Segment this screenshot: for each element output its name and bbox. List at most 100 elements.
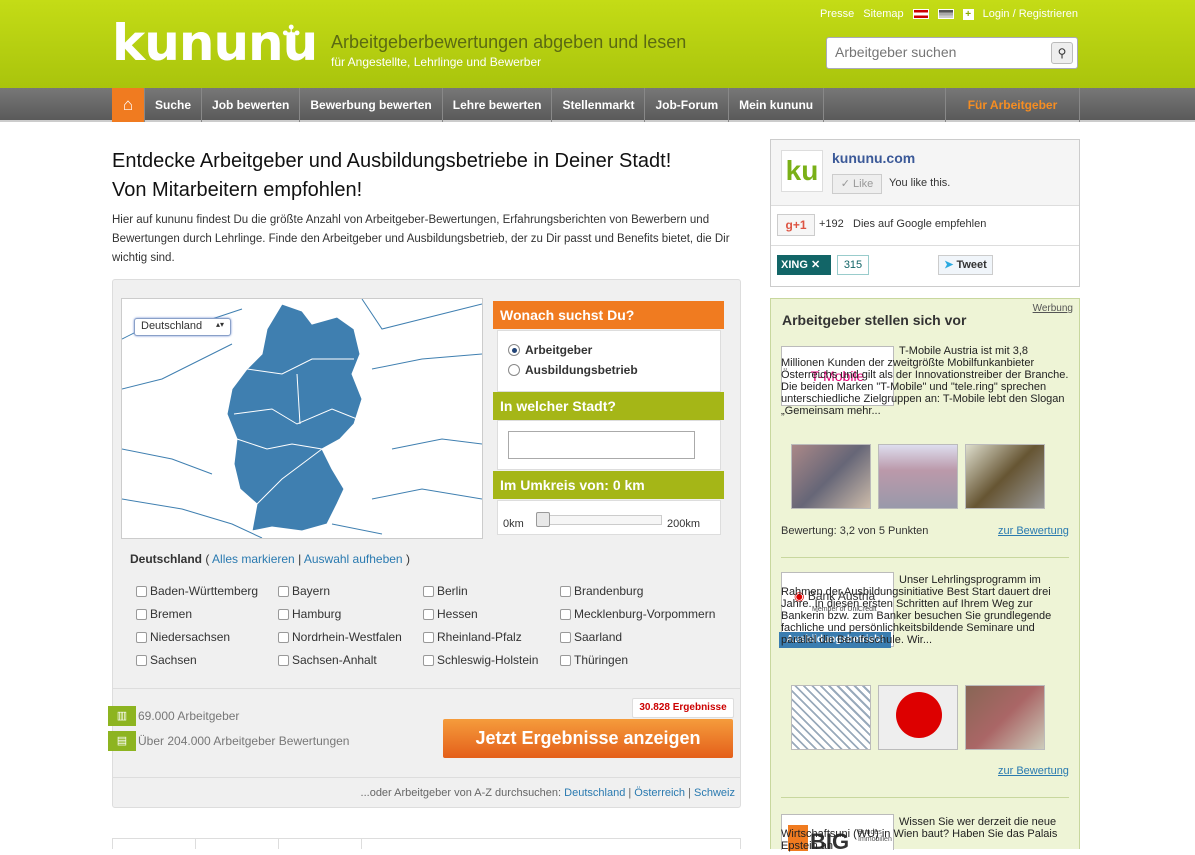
home-icon: ⌂	[122, 95, 134, 114]
tmobile-photo-3[interactable]	[965, 444, 1045, 509]
clear-selection-link[interactable]: Auswahl aufheben	[304, 552, 403, 566]
presse-link[interactable]: Presse	[820, 8, 854, 20]
xing-twitter-row: XING ✕ 315 ➤ Tweet	[771, 246, 1079, 287]
nav-fuer-arbeitgeber[interactable]: Für Arbeitgeber	[945, 88, 1080, 122]
state-checkbox[interactable]: Thüringen	[560, 653, 628, 667]
nav-bewerbung-bewerten[interactable]: Bewerbung bewerten	[300, 88, 443, 122]
results-count-badge: 30.828 Ergebnisse	[632, 698, 734, 718]
building-icon: ▥	[108, 706, 136, 726]
state-checkbox[interactable]: Schleswig-Holstein	[423, 653, 538, 667]
sitemap-link[interactable]: Sitemap	[863, 8, 903, 20]
country-select[interactable]: Deutschland ▴▾	[134, 318, 231, 336]
twitter-bird-icon: ➤	[944, 259, 954, 271]
state-checkbox[interactable]: Hessen	[423, 607, 478, 621]
tmobile-rating: Bewertung: 3,2 von 5 Punkten	[781, 525, 929, 537]
radio-arbeitgeber[interactable]: Arbeitgeber	[508, 343, 592, 357]
nav-job-bewerten[interactable]: Job bewerten	[202, 88, 301, 122]
germany-shape[interactable]	[226, 303, 363, 532]
radius-max-label: 200km	[667, 518, 701, 530]
nav-mein-kununu[interactable]: Mein kununu	[729, 88, 825, 122]
state-checkbox[interactable]: Sachsen	[136, 653, 197, 667]
nav-job-forum[interactable]: Job-Forum	[645, 88, 730, 122]
employer-search-input[interactable]	[835, 44, 1040, 60]
tmobile-photo-2[interactable]	[878, 444, 958, 509]
state-checkbox[interactable]: Bremen	[136, 607, 192, 621]
radius-slider-handle[interactable]	[536, 512, 550, 527]
employer-ads: Werbung Arbeitgeber stellen sich vor T-M…	[770, 298, 1080, 854]
fb-like-button[interactable]: ✓ Like	[832, 174, 882, 194]
radio-unchecked-icon	[508, 364, 520, 376]
login-link[interactable]: Login / Registrieren	[983, 8, 1078, 20]
xing-count: 315	[837, 255, 869, 275]
intro-text: Hier auf kununu findest Du die größte An…	[112, 214, 730, 264]
city-input[interactable]	[508, 431, 695, 459]
state-checkbox[interactable]: Saarland	[560, 630, 622, 644]
state-checkbox[interactable]: Berlin	[423, 584, 468, 598]
divider	[781, 557, 1069, 558]
divider	[112, 777, 741, 778]
header-search: ⚲	[826, 37, 1078, 69]
radius-min-label: 0km	[503, 518, 524, 530]
nav-lehre-bewerten[interactable]: Lehre bewerten	[443, 88, 553, 122]
gplus-count: +192	[819, 218, 844, 230]
nav-suche[interactable]: Suche	[145, 88, 203, 122]
radius-slider[interactable]	[536, 515, 662, 525]
radio-checked-icon	[508, 344, 520, 356]
tmobile-text: T-Mobile Austria ist mit 3,8 Millionen K…	[781, 345, 1069, 417]
main-nav: ⌂ Suche Job bewerten Bewerbung bewerten …	[0, 88, 1195, 122]
kununu-fb-logo: ku	[781, 150, 823, 192]
mark-all-link[interactable]: Alles markieren	[212, 552, 295, 566]
az-schweiz-link[interactable]: Schweiz	[694, 787, 735, 799]
state-checkbox[interactable]: Niedersachsen	[136, 630, 230, 644]
social-box: ku kununu.com ✓ Like You like this. g+1 …	[770, 139, 1080, 287]
home-button[interactable]: ⌂	[112, 88, 145, 122]
state-checkbox[interactable]: Hamburg	[278, 607, 341, 621]
logo-cross-icon: ✣	[282, 22, 300, 47]
plus-icon: +	[962, 8, 974, 20]
gplus-button[interactable]: g+1	[777, 214, 815, 236]
search-icon: ⚲	[1057, 46, 1067, 60]
austria-flag-icon[interactable]	[912, 9, 929, 19]
select-arrows-icon: ▴▾	[215, 320, 224, 329]
xing-button[interactable]: XING ✕	[777, 255, 831, 275]
state-checkbox[interactable]: Mecklenburg-Vorpommern	[560, 607, 715, 621]
bank-photo-1[interactable]	[791, 685, 871, 750]
germany-flag-icon[interactable]	[937, 9, 954, 19]
facebook-like-row: ku kununu.com ✓ Like You like this.	[771, 140, 1079, 206]
city-field-wrap	[497, 420, 721, 470]
radius-title: Im Umkreis von: 0 km	[493, 471, 724, 499]
az-deutschland-link[interactable]: Deutschland	[564, 787, 625, 799]
review-count: ▤ Über 204.000 Arbeitgeber Bewertungen	[108, 731, 349, 751]
states-header: Deutschland ( Alles markieren | Auswahl …	[130, 552, 410, 566]
tmobile-review-link[interactable]: zur Bewertung	[998, 525, 1069, 537]
state-checkbox[interactable]: Baden-Württemberg	[136, 584, 258, 598]
state-checkbox[interactable]: Brandenburg	[560, 584, 643, 598]
state-checkbox[interactable]: Bayern	[278, 584, 330, 598]
bank-photo-2[interactable]	[878, 685, 958, 750]
radio-ausbildungsbetrieb[interactable]: Ausbildungsbetrieb	[508, 363, 638, 377]
ads-title: Arbeitgeber stellen sich vor	[782, 312, 967, 328]
what-title: Wonach suchst Du?	[493, 301, 724, 329]
gplus-text: Dies auf Google empfehlen	[853, 218, 987, 230]
fb-like-text: You like this.	[889, 177, 951, 189]
az-oesterreich-link[interactable]: Österreich	[634, 787, 685, 799]
state-checkbox[interactable]: Sachsen-Anhalt	[278, 653, 377, 667]
tweet-button[interactable]: ➤ Tweet	[938, 255, 993, 275]
tmobile-photo-1[interactable]	[791, 444, 871, 509]
kununu-logo[interactable]: kununu ✣	[112, 18, 318, 68]
bottom-tabs	[112, 838, 741, 849]
fb-page-name[interactable]: kununu.com	[832, 150, 915, 166]
nav-stellenmarkt[interactable]: Stellenmarkt	[552, 88, 646, 122]
az-browse: ...oder Arbeitgeber von A-Z durchsuchen:…	[360, 787, 735, 799]
search-button[interactable]: ⚲	[1051, 42, 1073, 64]
subtagline: für Angestellte, Lehrlinge und Bewerber	[331, 55, 542, 69]
state-checkbox[interactable]: Nordrhein-Westfalen	[278, 630, 402, 644]
state-checkbox[interactable]: Rheinland-Pfalz	[423, 630, 522, 644]
show-results-button[interactable]: Jetzt Ergebnisse anzeigen	[443, 719, 733, 758]
werbung-label[interactable]: Werbung	[1033, 303, 1073, 314]
bank-review-link[interactable]: zur Bewertung	[998, 765, 1069, 777]
employer-count: ▥ 69.000 Arbeitgeber	[108, 706, 239, 726]
search-type-options: Arbeitgeber Ausbildungsbetrieb	[497, 330, 721, 392]
bank-photo-3[interactable]	[965, 685, 1045, 750]
document-icon: ▤	[108, 731, 136, 751]
